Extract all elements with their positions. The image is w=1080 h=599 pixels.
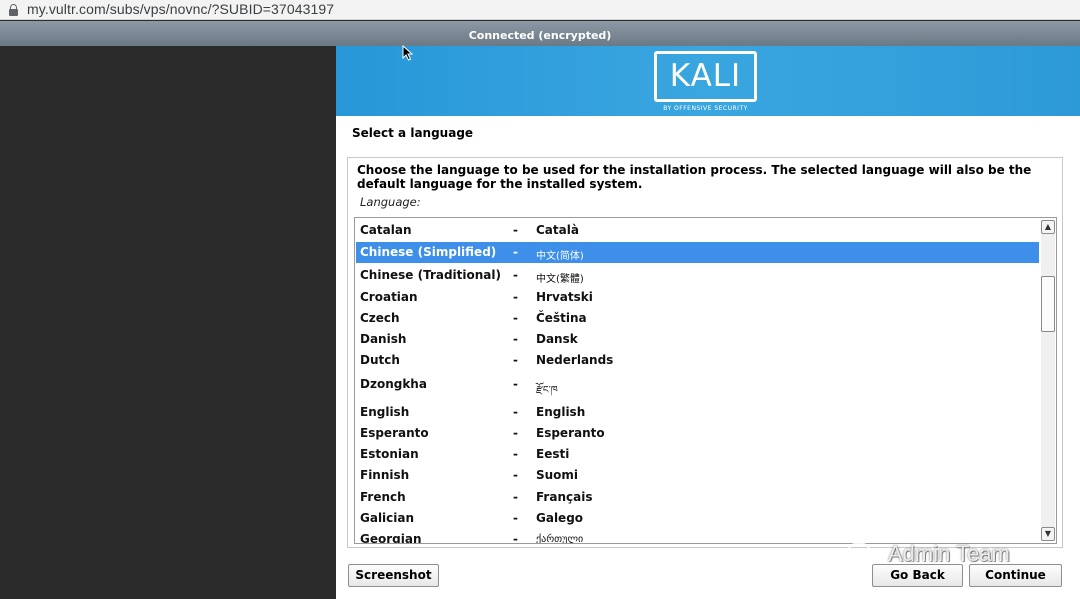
separator: - [513, 468, 518, 482]
kali-banner: KALI BY OFFENSIVE SECURITY [336, 46, 1080, 116]
list-item[interactable]: Danish - Dansk [356, 329, 1039, 350]
separator: - [513, 332, 518, 346]
list-item[interactable]: Czech - Čeština [356, 308, 1039, 329]
separator: - [513, 447, 518, 461]
language-native-name: 中文(繁體) [536, 274, 584, 285]
list-item[interactable]: Dzongkha - རྫོང་ཁ [356, 374, 1039, 396]
language-name: Danish [360, 332, 407, 346]
separator: - [513, 268, 518, 282]
connection-status: Connected (encrypted) [468, 29, 612, 42]
list-item[interactable]: Chinese (Simplified) - 中文(简体) [356, 242, 1039, 263]
list-item[interactable]: French - Français [356, 487, 1039, 508]
logo-subtitle: BY OFFENSIVE SECURITY [663, 105, 748, 112]
language-native-name: Galego [536, 511, 584, 525]
language-native-name: Nederlands [536, 353, 614, 367]
scroll-track[interactable] [1041, 234, 1055, 527]
separator: - [513, 311, 518, 325]
list-item[interactable]: Estonian - Eesti [356, 444, 1039, 465]
separator: - [513, 377, 518, 391]
language-name: Dutch [360, 353, 400, 367]
list-item[interactable]: English - English [356, 402, 1039, 423]
language-native-name: Eesti [536, 447, 570, 461]
list-scrollbar[interactable]: ▲ ▼ [1041, 220, 1055, 541]
separator: - [513, 532, 518, 544]
watermark-text: Admin Team [888, 541, 1010, 566]
language-name: Dzongkha [360, 377, 427, 391]
scroll-thumb[interactable] [1041, 276, 1055, 332]
language-native-name: Català [536, 223, 579, 237]
list-item[interactable]: Esperanto - Esperanto [356, 423, 1039, 444]
list-item[interactable]: Chinese (Traditional) - 中文(繁體) [356, 265, 1039, 286]
language-name: English [360, 405, 410, 419]
language-name: Galician [360, 511, 415, 525]
lock-icon [9, 4, 18, 16]
language-name: Estonian [360, 447, 419, 461]
installer-window: KALI BY OFFENSIVE SECURITY Select a lang… [336, 46, 1080, 599]
list-item[interactable]: Croatian - Hrvatski [356, 287, 1039, 308]
watermark: Admin Team [846, 540, 1010, 568]
language-native-name: Hrvatski [536, 290, 593, 304]
novnc-status-bar: Connected (encrypted) [0, 21, 1080, 46]
url-text[interactable]: my.vultr.com/subs/vps/novnc/?SUBID=37043… [27, 1, 334, 17]
language-name: Catalan [360, 223, 412, 237]
separator: - [513, 290, 518, 304]
section-title: Select a language [352, 126, 474, 140]
language-name: Croatian [360, 290, 418, 304]
language-name: Georgian [360, 532, 422, 544]
separator: - [513, 405, 518, 419]
language-name: French [360, 490, 406, 504]
language-native-name: ქართული [536, 534, 584, 544]
screenshot-button[interactable]: Screenshot [348, 564, 439, 587]
list-item[interactable]: Galician - Galego [356, 508, 1039, 529]
separator: - [513, 223, 518, 237]
separator: - [513, 353, 518, 367]
language-native-name: Čeština [536, 311, 587, 325]
description-text: Choose the language to be used for the i… [357, 163, 1032, 191]
kali-logo: KALI [654, 51, 757, 102]
language-panel: Choose the language to be used for the i… [347, 157, 1063, 548]
language-native-name: Suomi [536, 468, 579, 482]
language-native-name: Esperanto [536, 426, 605, 440]
separator: - [513, 511, 518, 525]
list-item[interactable]: Finnish - Suomi [356, 465, 1039, 486]
language-label: Language: [360, 195, 421, 209]
separator: - [513, 426, 518, 440]
language-list[interactable]: Catalan - Català Chinese (Simplified) - 中文(简体… [354, 217, 1057, 544]
language-name: Czech [360, 311, 400, 325]
list-item[interactable]: Dutch - Nederlands [356, 350, 1039, 371]
scroll-down-icon[interactable]: ▼ [1041, 527, 1055, 541]
separator: - [513, 490, 518, 504]
scroll-up-icon[interactable]: ▲ [1041, 220, 1055, 234]
language-native-name: 中文(简体) [536, 251, 584, 262]
list-item[interactable]: Catalan - Català [356, 220, 1039, 241]
language-name: Chinese (Simplified) [360, 245, 497, 259]
browser-address-bar[interactable]: my.vultr.com/subs/vps/novnc/?SUBID=37043… [0, 0, 1080, 20]
wechat-icon [846, 541, 880, 567]
logo-text: KALI [669, 58, 742, 94]
separator: - [513, 245, 518, 259]
language-name: Esperanto [360, 426, 429, 440]
language-name: Finnish [360, 468, 410, 482]
language-native-name: Français [536, 490, 593, 504]
language-name: Chinese (Traditional) [360, 268, 502, 282]
language-native-name: Dansk [536, 332, 578, 346]
language-native-name: English [536, 405, 586, 419]
